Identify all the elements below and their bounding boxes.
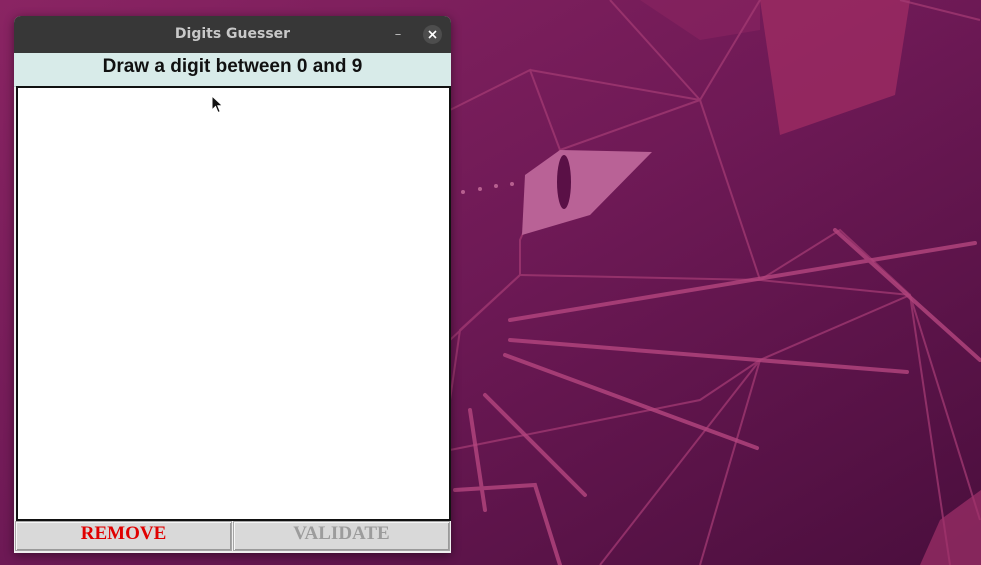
window-title: Digits Guesser [174,26,291,42]
instruction-header: Draw a digit between 0 and 9 [14,53,451,87]
minimize-button[interactable]: – [388,25,408,45]
app-window: Digits Guesser – Draw a digit between 0 … [14,16,451,553]
close-icon [428,30,437,39]
title-bar[interactable]: Digits Guesser – [14,16,451,53]
validate-button[interactable]: VALIDATE [233,521,450,551]
mouse-pointer-icon [211,95,224,114]
close-button[interactable] [423,25,442,44]
instruction-text: Draw a digit between 0 and 9 [102,56,363,77]
remove-button[interactable]: REMOVE [15,521,232,551]
drawing-canvas[interactable] [16,86,451,521]
